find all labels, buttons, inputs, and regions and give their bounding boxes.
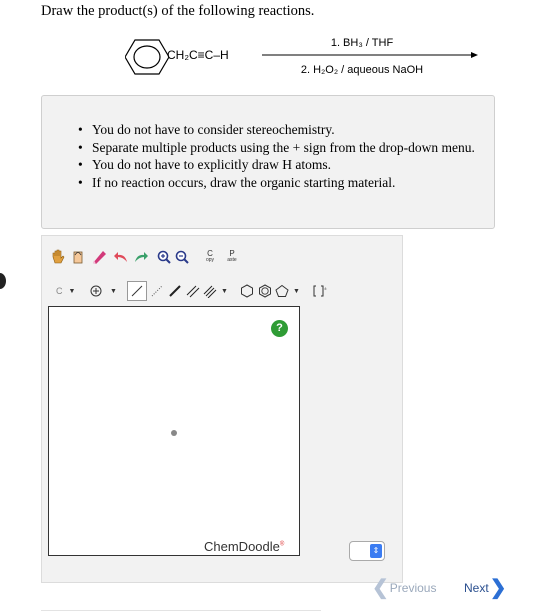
instructions-panel: • You do not have to consider stereochemi… — [41, 95, 495, 229]
copy-button[interactable]: C opy — [201, 247, 219, 267]
instruction-item: • Separate multiple products using the + … — [78, 139, 475, 155]
chemdoodle-brand: ChemDoodle® — [204, 539, 285, 554]
cyclopentane-dropdown[interactable]: ▼ — [275, 283, 303, 299]
chevron-down-icon: ▼ — [68, 287, 76, 295]
stepper-arrows-icon[interactable]: ⇕ — [370, 544, 382, 558]
cyclohexane-icon[interactable] — [239, 283, 255, 299]
copy-label-rest: opy — [205, 257, 215, 263]
help-icon[interactable]: ? — [271, 320, 288, 337]
undo-icon[interactable] — [112, 248, 130, 266]
stepper-control[interactable]: ⇕ — [349, 541, 385, 561]
double-bond-icon[interactable] — [185, 283, 201, 299]
chevron-down-icon: ▼ — [221, 287, 228, 295]
svg-text:±: ± — [324, 287, 327, 292]
canvas-atom-dot — [171, 430, 177, 436]
hand-tool-icon[interactable] — [50, 248, 66, 266]
reaction-conditions: 1. BH₃ / THF 2. H₂O₂ / aqueous NaOH — [262, 30, 478, 80]
chevron-down-icon: ▼ — [110, 287, 117, 295]
triple-bond-dropdown[interactable]: ▼ — [203, 283, 231, 299]
hashed-bond-icon[interactable] — [149, 283, 165, 299]
reaction-arrow-icon — [262, 52, 478, 58]
chevron-left-icon: ❮ — [372, 577, 389, 599]
reactant-formula: CH₂C≡C–H — [167, 48, 229, 62]
instruction-item: • You do not have to consider stereochemi… — [78, 122, 335, 137]
chemdoodle-editor: C opy P aste C ▼ ▼ ▼ ▼ ± ? ChemDoodle® ⇕ — [41, 235, 403, 583]
instruction-item: • If no reaction occurs, draw the organic… — [78, 174, 396, 190]
condition-step-2: 2. H₂O₂ / aqueous NaOH — [300, 64, 424, 76]
paste-label-letter: P — [229, 249, 235, 258]
condition-step-1: 1. BH₃ / THF — [330, 37, 394, 49]
zoom-in-icon[interactable] — [156, 248, 172, 266]
bracket-tool-icon[interactable]: ± — [311, 283, 329, 299]
atom-label-dropdown[interactable]: C ▼ — [50, 283, 76, 299]
atom-label-text: C — [56, 286, 63, 296]
chevron-down-icon: ▼ — [293, 287, 300, 295]
reaction-scheme: CH₂C≡C–H 1. BH₃ / THF 2. H₂O₂ / aqueous … — [0, 30, 536, 90]
instruction-item: • You do not have to explicitly draw H at… — [78, 157, 331, 172]
redo-icon[interactable] — [132, 248, 150, 266]
copy-label-letter: C — [207, 249, 213, 258]
bold-bond-icon[interactable] — [167, 283, 183, 299]
registered-mark: ® — [279, 541, 285, 548]
chevron-right-icon: ❯ — [489, 577, 507, 599]
zoom-out-icon[interactable] — [174, 248, 190, 266]
eraser-tool-icon[interactable] — [90, 248, 108, 266]
lasso-tool-icon[interactable] — [70, 248, 86, 266]
question-prompt: Draw the product(s) of the following rea… — [41, 3, 315, 19]
charge-dropdown[interactable]: ▼ — [86, 283, 120, 299]
single-bond-button[interactable] — [127, 281, 147, 301]
benzene-ring-icon — [125, 39, 169, 75]
benzene-icon[interactable] — [257, 283, 273, 299]
next-button[interactable]: Next ❯ — [464, 578, 506, 598]
paste-label-rest: aste — [227, 257, 237, 263]
reactant-structure: CH₂C≡C–H — [125, 36, 265, 78]
paste-button[interactable]: P aste — [223, 247, 241, 267]
plus-charge-icon — [90, 285, 102, 297]
previous-button[interactable]: ❮ Previous — [372, 578, 436, 598]
page-edge-mark — [0, 273, 6, 289]
footer-divider — [41, 610, 321, 611]
drawing-canvas[interactable]: ? ChemDoodle® — [48, 306, 300, 556]
